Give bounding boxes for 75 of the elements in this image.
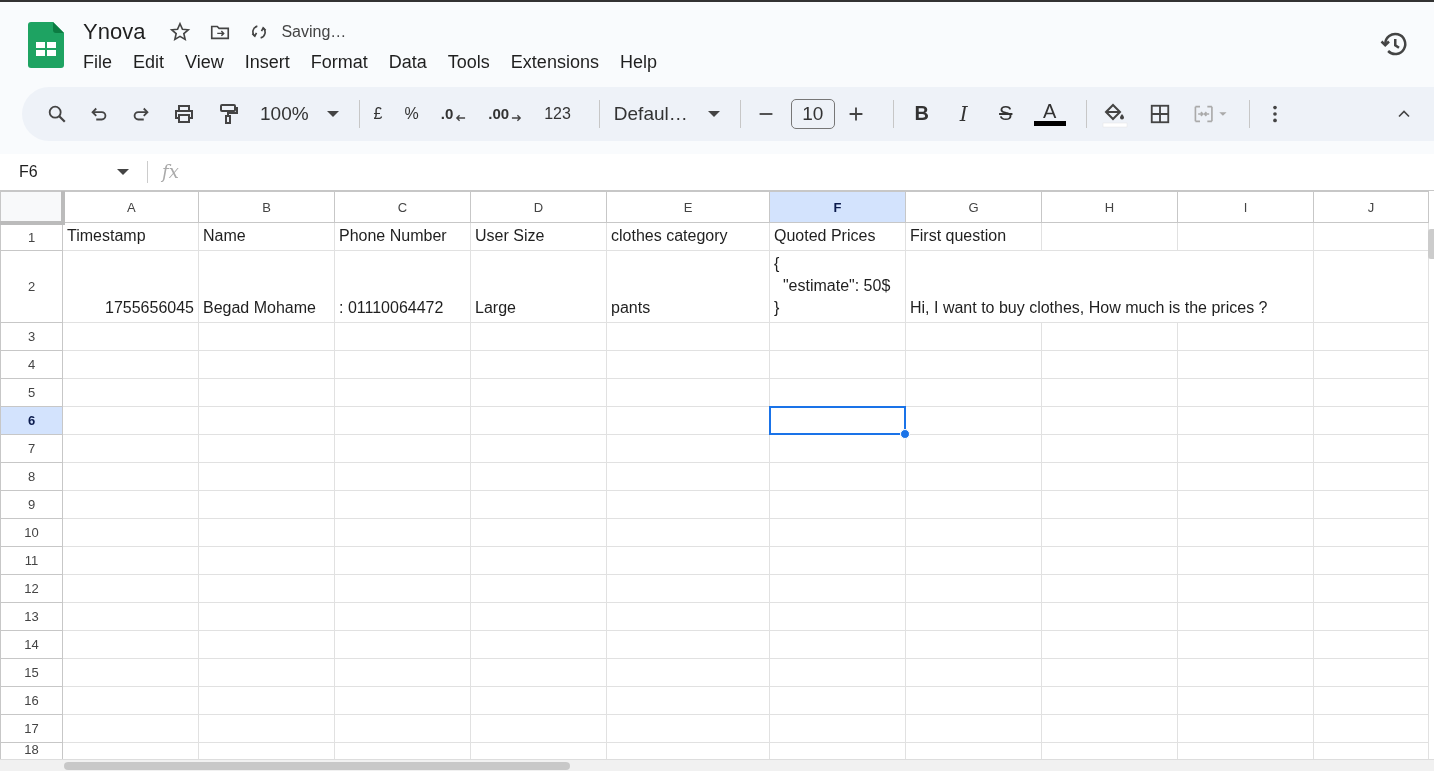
column-header[interactable]: E — [606, 191, 770, 223]
menu-item[interactable]: File — [83, 50, 122, 75]
bold-button[interactable]: B — [907, 102, 936, 126]
row-header[interactable]: 6 — [0, 406, 63, 435]
row-header[interactable]: 2 — [0, 250, 63, 323]
font-size-field[interactable]: 10 — [790, 98, 835, 129]
row-header[interactable]: 17 — [0, 714, 63, 743]
zoom-dropdown[interactable]: 100% — [260, 102, 339, 125]
font-dropdown[interactable]: Defaul… — [613, 102, 720, 125]
vertical-scrollbar[interactable] — [1428, 229, 1434, 260]
menu-item[interactable]: Extensions — [510, 50, 609, 75]
menu-item[interactable]: Help — [619, 50, 667, 75]
caret-icon — [117, 168, 129, 175]
decrease-decimal-button[interactable]: .0 — [440, 105, 467, 123]
menu-item[interactable]: View — [185, 50, 234, 75]
cell-text: : 01110064472 — [338, 298, 445, 319]
text-color-button[interactable]: A — [1033, 101, 1066, 127]
cell-text: pants — [610, 298, 652, 319]
column-header[interactable]: A — [62, 191, 199, 223]
borders-icon[interactable] — [1148, 102, 1171, 125]
cell-text: Name — [202, 226, 247, 247]
row-header[interactable]: 13 — [0, 602, 63, 631]
horizontal-scrollbar[interactable] — [64, 762, 570, 771]
cell-text: Quoted Prices — [773, 226, 877, 247]
cell-text: First question — [909, 226, 1008, 247]
save-status: Saving… — [281, 23, 347, 41]
menu-item[interactable]: Insert — [244, 50, 300, 75]
cell-text: { "estimate": 50$ } — [773, 254, 892, 319]
row-header[interactable]: 7 — [0, 434, 63, 463]
increase-decimal-button[interactable]: .00 — [488, 105, 523, 123]
column-header[interactable]: C — [334, 191, 471, 223]
menu-item[interactable]: Format — [310, 50, 378, 75]
row-header[interactable]: 3 — [0, 322, 63, 351]
cell-text: Hi, I want to buy clothes, How much is the prices ? — [909, 298, 1269, 319]
cell-text: Begad Mohame — [202, 298, 317, 319]
name-box[interactable]: F6 — [0, 162, 129, 181]
row-header[interactable]: 12 — [0, 574, 63, 603]
row-header[interactable]: 9 — [0, 490, 63, 519]
caret-icon — [326, 110, 339, 117]
column-header[interactable]: D — [470, 191, 607, 223]
row-header[interactable]: 8 — [0, 462, 63, 491]
row-header[interactable]: 5 — [0, 378, 63, 407]
document-title[interactable]: Ynova — [83, 19, 146, 45]
left-arrow-icon — [455, 114, 467, 123]
currency-button[interactable]: £ — [373, 104, 383, 123]
row-header[interactable]: 15 — [0, 658, 63, 687]
row-header[interactable]: 10 — [0, 518, 63, 547]
cell-text: Large — [474, 298, 517, 319]
sheets-logo-icon[interactable] — [28, 22, 64, 68]
row-header[interactable]: 4 — [0, 350, 63, 379]
italic-button[interactable]: I — [949, 101, 978, 126]
column-header[interactable]: F — [769, 191, 906, 223]
column-header[interactable]: B — [198, 191, 335, 223]
column-header[interactable]: H — [1041, 191, 1178, 223]
column-header[interactable]: I — [1177, 191, 1314, 223]
right-arrow-icon — [511, 114, 523, 123]
cell-text: Timestamp — [66, 226, 147, 247]
row-header[interactable]: 16 — [0, 686, 63, 715]
caret-icon — [707, 110, 720, 117]
cell-text: clothes category — [610, 226, 729, 247]
cell-text: 1755656045 — [104, 298, 195, 319]
strikethrough-button[interactable]: S — [991, 102, 1020, 126]
menu-item[interactable]: Edit — [133, 50, 175, 75]
column-header[interactable]: G — [905, 191, 1042, 223]
row-header[interactable]: 14 — [0, 630, 63, 659]
percent-button[interactable]: % — [404, 104, 419, 123]
menu-item[interactable]: Tools — [447, 50, 500, 75]
cell-text: User Size — [474, 226, 546, 247]
star-icon[interactable] — [169, 21, 192, 43]
column-header[interactable]: J — [1313, 191, 1429, 223]
number-format-button[interactable]: 123 — [544, 104, 571, 123]
formula-label: fx — [162, 161, 179, 183]
menu-item[interactable]: Data — [388, 50, 437, 75]
cell-text: Phone Number — [338, 226, 448, 247]
row-header[interactable]: 11 — [0, 546, 63, 575]
